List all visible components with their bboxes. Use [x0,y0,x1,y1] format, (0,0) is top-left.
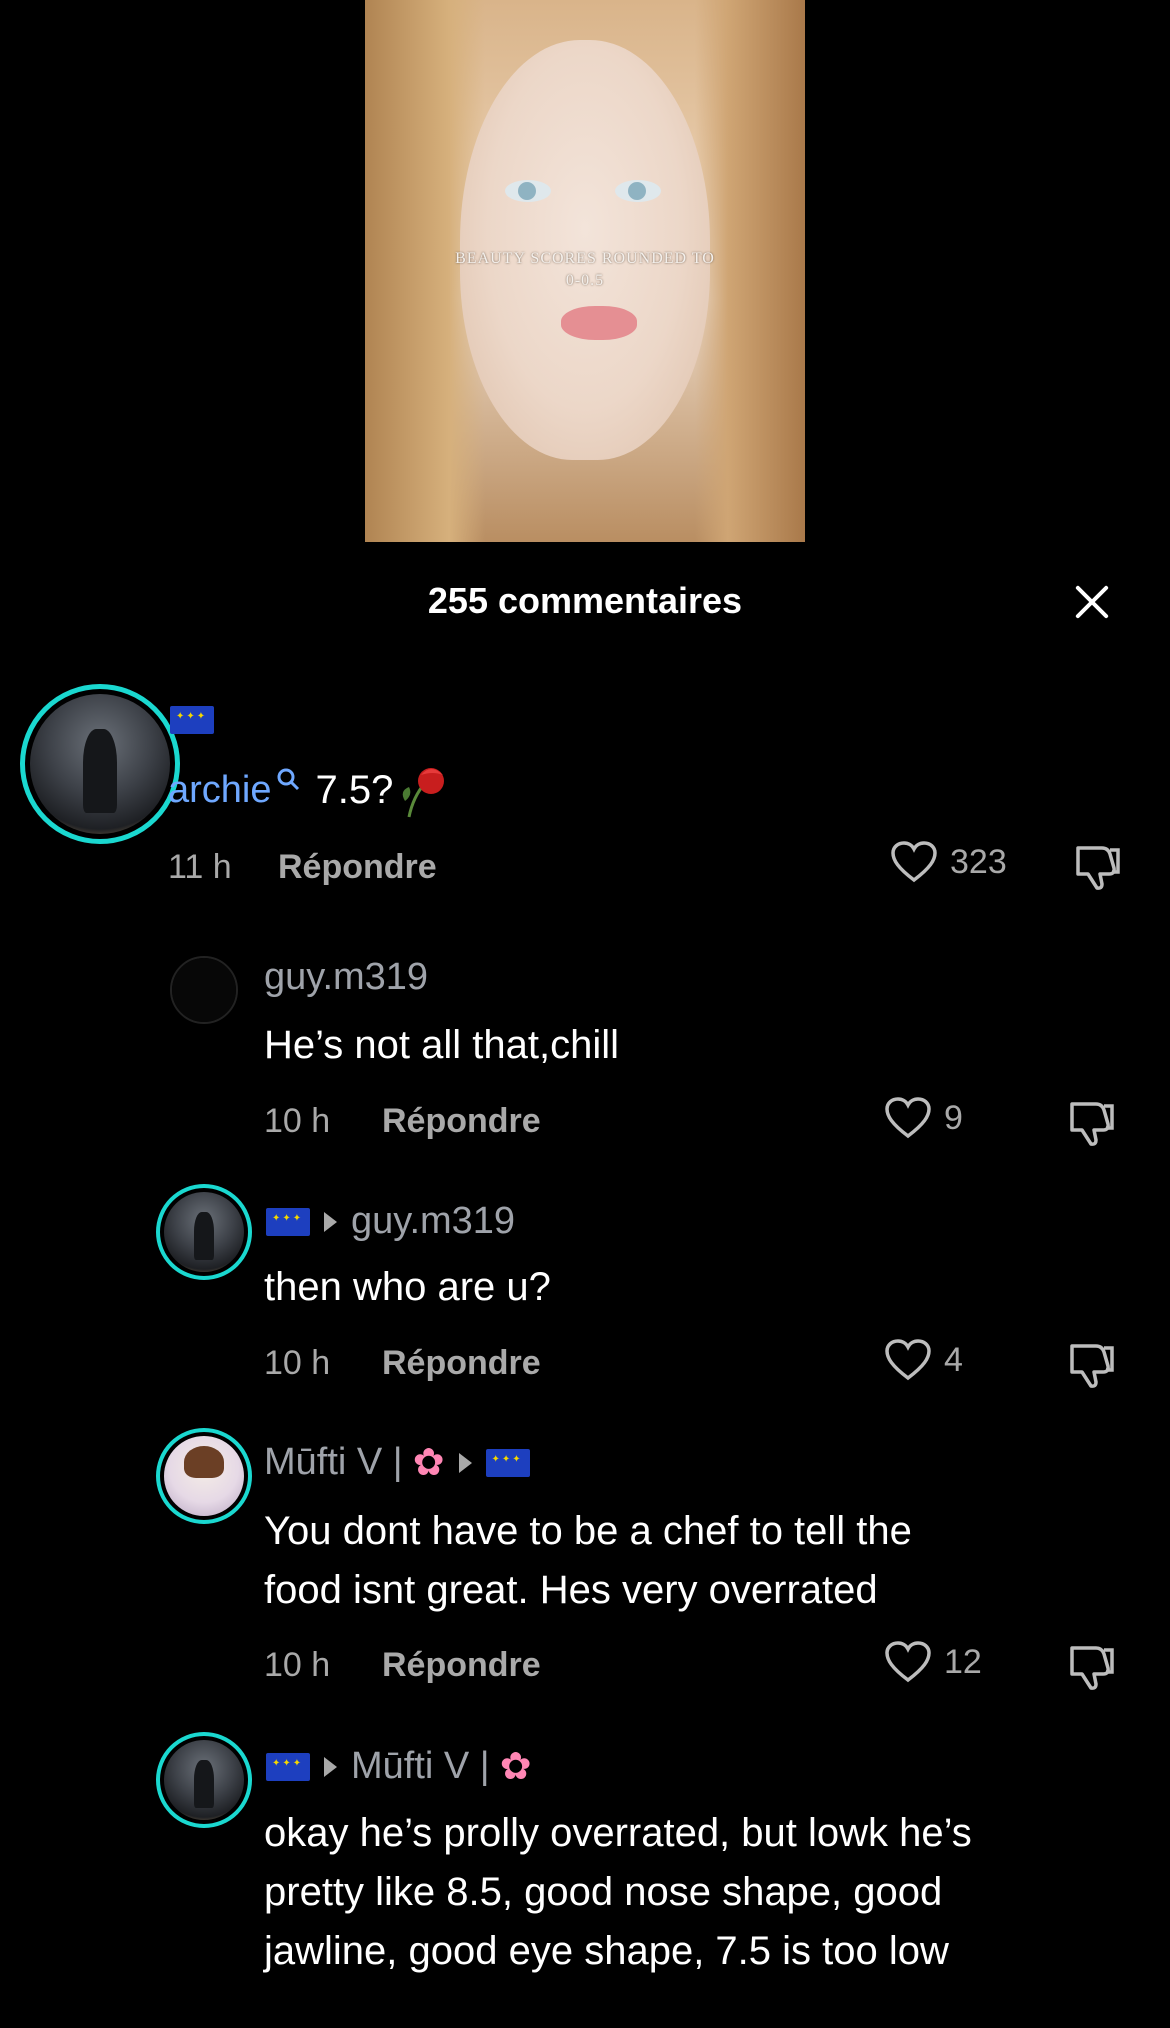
avatar-image [30,694,170,834]
comment-3-like-button[interactable]: 4 [884,1338,963,1382]
comment-1-like-button[interactable]: 323 [890,840,1007,884]
comment-1-time: 11 h [168,848,232,886]
rose-icon [403,768,445,818]
comment-4-text-line2: food isnt great. Hes very overrated [264,1568,878,1612]
comment-2-reply-button[interactable]: Répondre [382,1102,541,1141]
comment-2-like-button[interactable]: 9 [884,1096,963,1140]
eye-right [615,180,661,202]
flower-icon: ✿ [412,1442,445,1484]
comment-4-like-button[interactable]: 12 [884,1640,982,1684]
comment-3-reply-to[interactable]: guy.m319 [351,1200,515,1243]
eye-left [505,180,551,202]
comment-5-text-line3: jawline, good eye shape, 7.5 is too low [264,1929,949,1973]
comment-4-username[interactable]: Mūfti V | [264,1441,403,1484]
comment-5-text: okay he’s prolly overrated, but lowk he’… [264,1804,972,1981]
avatar-image [164,1192,244,1272]
close-icon[interactable] [1068,578,1116,626]
comment-1-header: archie 7.5? [168,760,455,820]
comment-3-text: then who are u? [264,1265,551,1309]
comment-2-time: 10 h [264,1102,331,1140]
comments-count-title: 255 commentaires [427,580,743,621]
comment-1-like-count: 323 [950,842,1007,881]
dislike-icon[interactable] [1066,1098,1116,1148]
avatar-image [172,958,236,1022]
comment-3-like-count: 4 [944,1340,963,1379]
comment-4-text: You dont have to be a chef to tell the f… [264,1502,912,1620]
avatar-archie[interactable] [156,1732,252,1828]
eu-flag-icon [485,1448,530,1477]
comment-2-username[interactable]: guy.m319 [264,956,428,999]
search-icon [277,768,299,791]
comment-3-reply-button[interactable]: Répondre [382,1344,541,1383]
heart-icon [885,1641,931,1683]
comment-1-text: 7.5? [315,767,394,812]
avatar-archie[interactable] [156,1184,252,1280]
comment-1-username[interactable]: archie [168,769,272,812]
dislike-icon[interactable] [1072,842,1122,892]
comment-4-like-count: 12 [944,1642,982,1681]
comment-5-text-line2: pretty like 8.5, good nose shape, good [264,1870,943,1914]
comment-3-header: guy.m319 [266,1200,515,1243]
video-caption: BEAUTY SCORES ROUNDED TO 0-0.5 [365,248,805,292]
video-caption-line2: 0-0.5 [565,272,605,289]
avatar-archie[interactable] [20,684,180,844]
comment-2-text: He’s not all that,chill [264,1023,619,1067]
lips [561,306,637,340]
comment-3-time: 10 h [264,1344,331,1382]
comment-4-time: 10 h [264,1646,331,1684]
heart-icon [885,1097,931,1139]
eu-flag-icon [266,1207,310,1236]
avatar-image [164,1740,244,1820]
comment-4-header: Mūfti V | ✿ [264,1440,530,1485]
comment-4-text-line1: You dont have to be a chef to tell the [264,1509,912,1553]
eu-flag-icon [266,1752,310,1781]
reply-arrow-icon [324,1211,337,1232]
avatar-guy-m319[interactable] [170,956,238,1024]
video-thumbnail[interactable]: BEAUTY SCORES ROUNDED TO 0-0.5 [365,0,805,542]
heart-icon [885,1339,931,1381]
avatar-mufti-v[interactable] [156,1428,252,1524]
flower-icon: ✿ [499,1746,532,1788]
heart-icon [891,841,937,883]
video-caption-line1: BEAUTY SCORES ROUNDED TO [455,250,715,267]
comment-5-reply-to[interactable]: Mūfti V | [351,1745,490,1788]
eu-flag-icon [170,706,214,734]
comment-5-header: Mūfti V | ✿ [266,1744,532,1789]
comment-4-reply-button[interactable]: Répondre [382,1646,541,1685]
comment-5-text-line1: okay he’s prolly overrated, but lowk he’… [264,1811,972,1855]
dislike-icon[interactable] [1066,1340,1116,1390]
reply-arrow-icon [458,1452,472,1473]
reply-arrow-icon [324,1756,337,1777]
comment-1-reply-button[interactable]: Répondre [278,848,437,887]
comment-2-like-count: 9 [944,1098,963,1137]
avatar-image [164,1436,244,1516]
comment-1-flag-row [170,706,214,734]
dislike-icon[interactable] [1066,1642,1116,1692]
